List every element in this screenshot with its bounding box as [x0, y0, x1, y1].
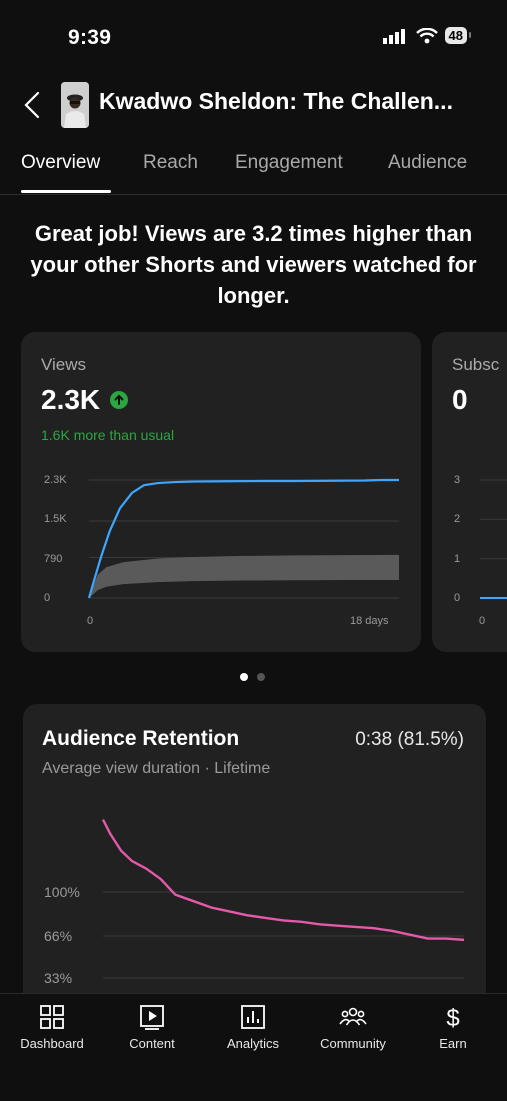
wifi-icon: [415, 27, 438, 43]
tab-overview[interactable]: Overview: [21, 152, 100, 174]
tab-bar: Overview Reach Engagement Audience: [0, 152, 507, 195]
nav-label: Content: [129, 1036, 175, 1051]
nav-analytics[interactable]: Analytics: [203, 1002, 303, 1051]
subscribers-card[interactable]: Subsc 0 3 2 1 0 0: [432, 332, 507, 652]
nav-label: Analytics: [226, 1036, 280, 1051]
back-button[interactable]: [18, 85, 54, 125]
typical-range-band: [89, 554, 399, 598]
retention-line: [101, 818, 465, 942]
status-time: 9:39: [68, 26, 112, 49]
subscribers-chart: [480, 479, 507, 599]
views-card[interactable]: Views 2.3K 1.6K more than usual 2.3K 1.5…: [21, 332, 421, 652]
card-pager[interactable]: [240, 673, 265, 681]
chevron-left-icon: [24, 91, 40, 119]
tab-audience[interactable]: Audience: [388, 152, 467, 174]
nav-content[interactable]: Content: [102, 1002, 202, 1051]
content-icon: [140, 1005, 164, 1030]
analytics-icon: [241, 1005, 265, 1029]
signal-icon: [382, 28, 405, 44]
bottom-navigation: Dashboard Content Analytics Community $ …: [0, 993, 507, 1101]
active-tab-indicator: [21, 190, 111, 193]
battery-indicator: 48: [444, 27, 472, 44]
pager-dot-active[interactable]: [240, 673, 248, 681]
performance-headline: Great job! Views are 3.2 times higher th…: [30, 221, 477, 308]
nav-label: Community: [320, 1036, 386, 1051]
dashboard-icon: [40, 1005, 64, 1029]
retention-chart: [101, 818, 465, 979]
tab-reach[interactable]: Reach: [143, 152, 198, 174]
nav-earn[interactable]: $ Earn: [403, 1002, 503, 1051]
audience-retention-card[interactable]: Audience Retention 0:38 (81.5%) Average …: [23, 704, 486, 1034]
pager-dot[interactable]: [257, 673, 265, 681]
page-title: Kwadwo Sheldon: The Challen...: [99, 88, 453, 114]
nav-community[interactable]: Community: [303, 1002, 403, 1051]
status-indicators: 48: [382, 27, 472, 44]
community-icon: [339, 1007, 367, 1026]
video-thumbnail: [61, 82, 89, 128]
views-chart: [87, 478, 399, 599]
nav-label: Earn: [439, 1036, 467, 1051]
nav-label: Dashboard: [20, 1036, 84, 1051]
earn-icon: $: [446, 1005, 459, 1032]
nav-dashboard[interactable]: Dashboard: [2, 1002, 102, 1051]
tab-engagement[interactable]: Engagement: [235, 152, 343, 174]
svg-text:$: $: [446, 1005, 459, 1032]
